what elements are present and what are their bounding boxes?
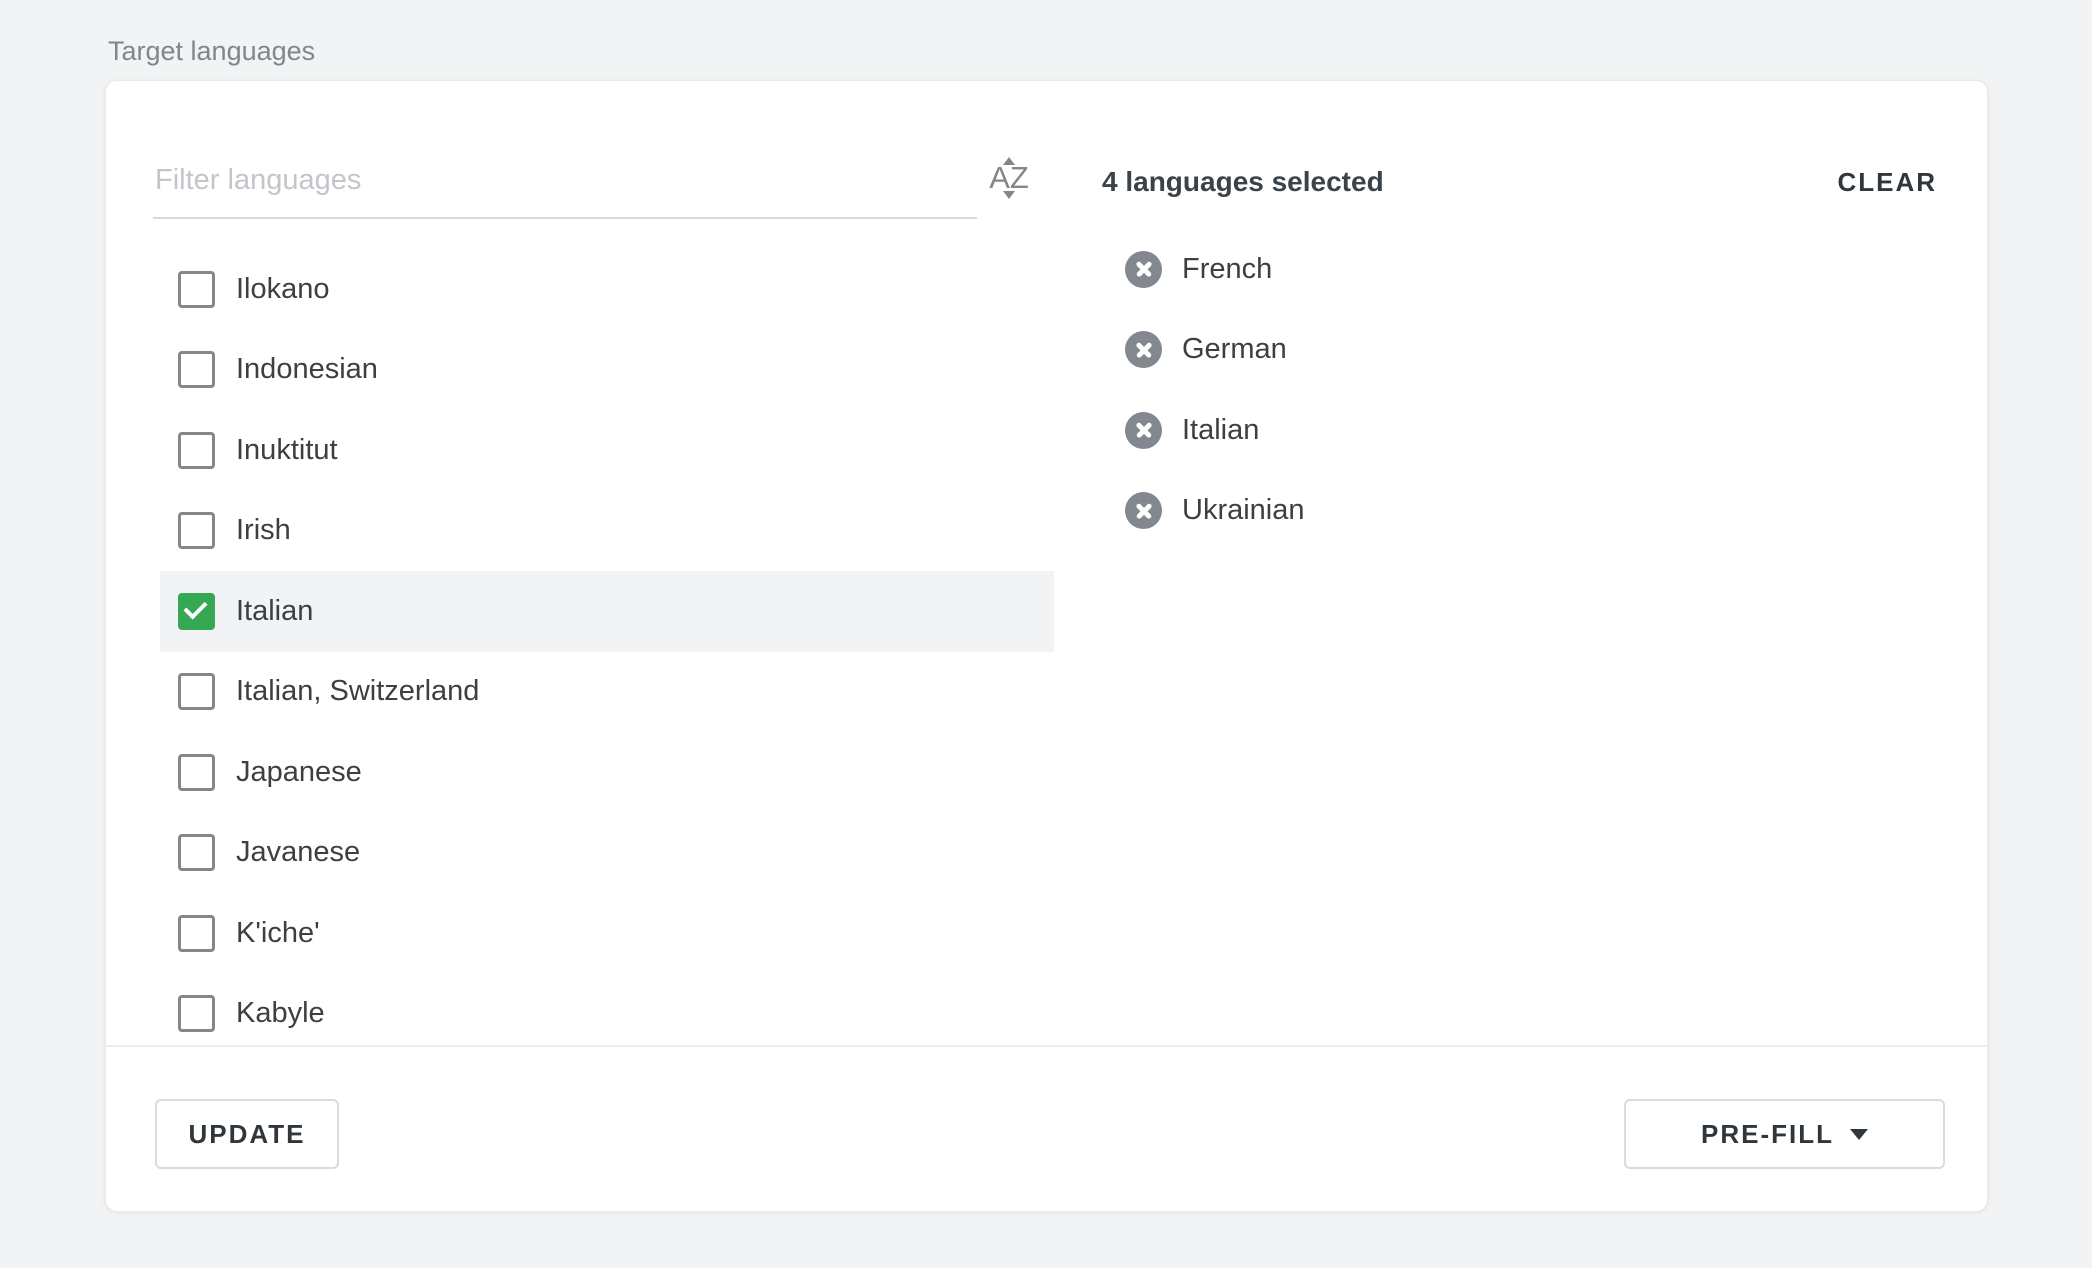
selected-language-row: Italian — [1125, 390, 1305, 471]
update-button[interactable]: UPDATE — [155, 1099, 339, 1169]
language-label: Indonesian — [236, 353, 378, 386]
checkbox-icon[interactable] — [178, 593, 215, 630]
selected-language-row: French — [1125, 229, 1305, 310]
language-label: Japanese — [236, 756, 362, 789]
language-row[interactable]: Indonesian — [160, 330, 1054, 411]
language-label: K'iche' — [236, 917, 320, 950]
update-button-label: UPDATE — [189, 1119, 306, 1150]
remove-language-icon[interactable] — [1125, 492, 1162, 529]
language-list: Ilokano Indonesian Inuktitut Irish Itali… — [106, 249, 1106, 1043]
selected-language-label: Italian — [1182, 414, 1259, 447]
language-row[interactable]: Ilokano — [160, 249, 1054, 330]
remove-language-icon[interactable] — [1125, 331, 1162, 368]
filter-languages-input[interactable] — [153, 143, 977, 219]
field-label: Target languages — [108, 36, 315, 67]
sort-arrow-down-icon — [1003, 191, 1015, 199]
language-label: Kabyle — [236, 997, 325, 1030]
language-label: Ilokano — [236, 273, 330, 306]
checkbox-icon[interactable] — [178, 995, 215, 1032]
language-row[interactable]: Japanese — [160, 732, 1054, 813]
checkbox-icon[interactable] — [178, 754, 215, 791]
language-row[interactable]: K'iche' — [160, 893, 1054, 974]
selected-language-row: Ukrainian — [1125, 471, 1305, 552]
caret-down-icon — [1850, 1129, 1868, 1140]
checkbox-icon[interactable] — [178, 432, 215, 469]
selected-language-row: German — [1125, 310, 1305, 391]
language-row[interactable]: Italian — [160, 571, 1054, 652]
checkbox-icon[interactable] — [178, 351, 215, 388]
language-label: Irish — [236, 514, 291, 547]
checkbox-icon[interactable] — [178, 673, 215, 710]
checkbox-icon[interactable] — [178, 512, 215, 549]
footer-divider — [106, 1045, 1987, 1047]
selected-language-label: French — [1182, 253, 1272, 286]
language-label: Italian — [236, 595, 313, 628]
selected-language-label: German — [1182, 333, 1287, 366]
remove-language-icon[interactable] — [1125, 412, 1162, 449]
pre-fill-button-label: PRE-FILL — [1701, 1119, 1834, 1150]
language-row[interactable]: Javanese — [160, 813, 1054, 894]
selected-language-label: Ukrainian — [1182, 494, 1305, 527]
language-label: Italian, Switzerland — [236, 675, 479, 708]
checkbox-icon[interactable] — [178, 271, 215, 308]
language-row[interactable]: Kabyle — [160, 974, 1054, 1044]
clear-button[interactable]: CLEAR — [1837, 167, 1937, 198]
pre-fill-button[interactable]: PRE-FILL — [1624, 1099, 1945, 1169]
checkbox-icon[interactable] — [178, 834, 215, 871]
language-row[interactable]: Irish — [160, 491, 1054, 572]
sort-alphabetical-icon[interactable]: AZ — [978, 157, 1040, 199]
remove-language-icon[interactable] — [1125, 251, 1162, 288]
target-languages-card: AZ Ilokano Indonesian Inuktitut Irish It… — [105, 80, 1988, 1212]
selected-count-summary: 4 languages selected — [1102, 166, 1384, 198]
language-label: Inuktitut — [236, 434, 338, 467]
language-row[interactable]: Italian, Switzerland — [160, 652, 1054, 733]
sort-az-letters: AZ — [989, 164, 1029, 191]
language-label: Javanese — [236, 836, 360, 869]
language-row[interactable]: Inuktitut — [160, 410, 1054, 491]
checkbox-icon[interactable] — [178, 915, 215, 952]
selected-language-list: French German Italian Ukrainian — [1125, 229, 1305, 551]
